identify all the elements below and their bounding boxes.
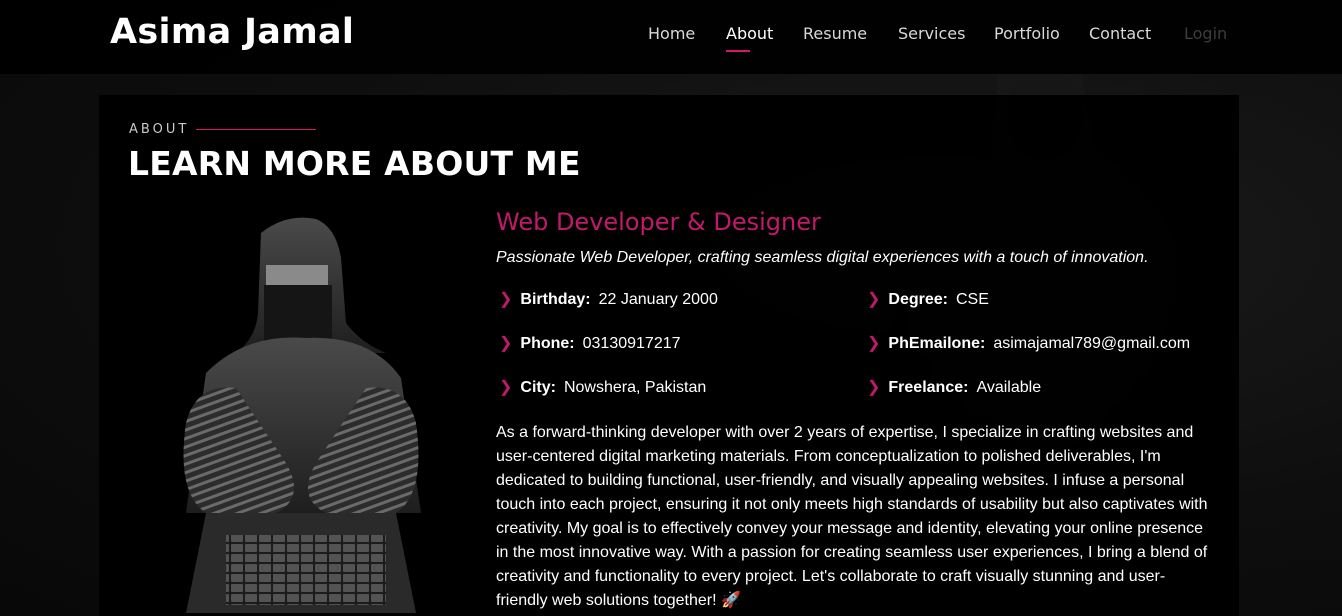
info-email: ❯ PhEmailone: asimajamal789@gmail.com (867, 333, 1190, 353)
info-degree: ❯ Degree: CSE (867, 289, 989, 309)
nav-contact[interactable]: Contact (1089, 24, 1151, 43)
nav-about[interactable]: About (726, 24, 774, 52)
info-value: 03130917217 (582, 335, 681, 352)
info-city: ❯ City: Nowshera, Pakistan (499, 377, 706, 397)
profile-portrait-image (183, 217, 421, 613)
tagline: Passionate Web Developer, crafting seaml… (496, 249, 1149, 266)
nav-resume[interactable]: Resume (803, 24, 867, 43)
info-label: PhEmailone: (888, 335, 986, 352)
role-heading: Web Developer & Designer (496, 208, 821, 236)
info-birthday: ❯ Birthday: 22 January 2000 (499, 289, 718, 309)
info-label: Phone: (520, 335, 575, 352)
chevron-right-icon: ❯ (867, 335, 881, 352)
chevron-right-icon: ❯ (499, 379, 513, 396)
section-tag: ABOUT (129, 122, 190, 137)
info-label: Freelance: (888, 379, 969, 396)
nav-portfolio[interactable]: Portfolio (994, 24, 1060, 43)
chevron-right-icon: ❯ (499, 335, 513, 352)
info-phone: ❯ Phone: 03130917217 (499, 333, 681, 353)
section-tag-line (196, 129, 316, 130)
info-value: CSE (955, 291, 989, 308)
nav-about-label: About (726, 24, 774, 43)
chevron-right-icon: ❯ (867, 379, 881, 396)
chevron-right-icon: ❯ (867, 291, 881, 308)
nav-home[interactable]: Home (648, 24, 695, 43)
info-value: Available (976, 379, 1042, 396)
info-freelance: ❯ Freelance: Available (867, 377, 1041, 397)
info-value: Nowshera, Pakistan (563, 379, 707, 396)
info-value: 22 January 2000 (598, 291, 718, 308)
nav-login[interactable]: Login (1184, 24, 1227, 43)
nav-services[interactable]: Services (898, 24, 965, 43)
site-header: Asima Jamal Home About Resume Services P… (0, 0, 1342, 74)
main-nav: Home About Resume Services Portfolio Con… (0, 24, 1342, 54)
section-title: LEARN MORE ABOUT ME (128, 144, 581, 183)
info-label: Degree: (888, 291, 948, 308)
info-label: Birthday: (520, 291, 591, 308)
active-nav-indicator (726, 50, 750, 52)
info-label: City: (520, 379, 556, 396)
chevron-right-icon: ❯ (499, 291, 513, 308)
info-value[interactable]: asimajamal789@gmail.com (993, 335, 1190, 352)
bio-paragraph: As a forward-thinking developer with ove… (496, 424, 1208, 609)
